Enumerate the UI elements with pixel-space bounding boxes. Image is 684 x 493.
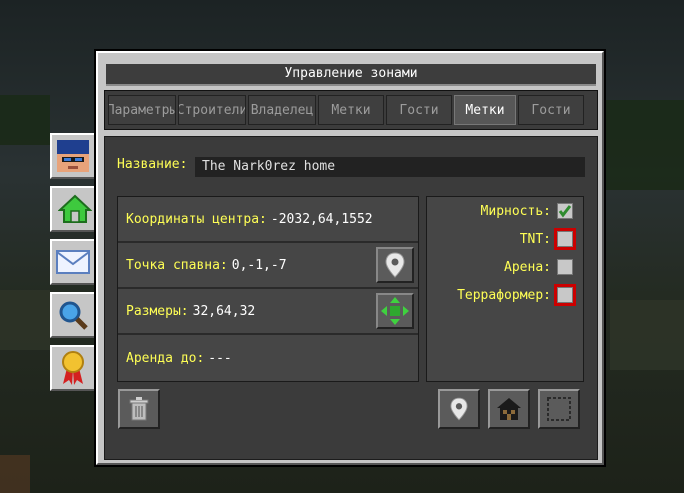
tab-flags[interactable]: Метки [318, 95, 384, 125]
flag-peaceful-label: Мирность: [480, 203, 551, 219]
rent-value: --- [208, 350, 232, 366]
center-coords-value: -2032,64,1552 [270, 211, 373, 227]
set-home-button[interactable] [488, 389, 530, 429]
size-row: Размеры: 32,64,32 [118, 289, 418, 333]
flag-peaceful: Мирность: [481, 200, 573, 222]
trash-can-icon [129, 397, 149, 421]
tab-owner[interactable]: Владелец [248, 95, 316, 125]
search-icon [59, 301, 88, 330]
zone-flags-panel: Мирность: TNT: Арена: Терраформер: [426, 196, 584, 382]
tab-flags-selected[interactable]: Метки [454, 95, 516, 125]
spawn-point-value: 0,-1,-7 [231, 257, 287, 273]
flag-peaceful-checkbox[interactable] [557, 203, 573, 219]
sidebar-tab-mail[interactable] [50, 239, 96, 285]
sidebar-tab-search[interactable] [50, 292, 96, 338]
sidebar-tab-home[interactable] [50, 186, 98, 232]
house-icon [497, 398, 521, 420]
flag-arena: Арена: [504, 256, 573, 278]
zone-management-window: Управление зонами Параметры Строители Вл… [96, 51, 604, 465]
resize-button[interactable] [376, 293, 414, 329]
center-coords-label: Координаты центра: [126, 211, 267, 227]
map-pin-icon [450, 397, 468, 421]
size-value: 32,64,32 [192, 303, 256, 319]
tab-builders[interactable]: Строители [178, 95, 246, 125]
tab-parameters[interactable]: Параметры [108, 95, 176, 125]
flag-arena-checkbox[interactable] [557, 259, 573, 275]
flag-terraformer: Терраформер: [457, 284, 576, 306]
flag-tnt-checkbox[interactable] [554, 228, 576, 250]
user-skin-icon [57, 140, 89, 172]
zone-name-field[interactable]: The Nark0rez home [195, 157, 585, 177]
flag-arena-label: Арена: [504, 259, 551, 275]
sidebar-tab-awards[interactable] [50, 345, 96, 391]
sidebar-tab-profile[interactable] [50, 133, 96, 179]
checkmark-icon [558, 205, 572, 218]
border-frame-icon [547, 397, 571, 421]
mail-icon [56, 250, 90, 274]
tab-guests-2[interactable]: Гости [518, 95, 584, 125]
zone-border-button[interactable] [538, 389, 580, 429]
center-coords-row: Координаты центра: -2032,64,1552 [118, 197, 418, 241]
home-icon [58, 194, 92, 223]
set-spawn-button[interactable] [376, 247, 414, 283]
window-title: Управление зонами [106, 64, 596, 86]
tab-bar: Параметры Строители Владелец Метки Гости… [104, 90, 598, 130]
flag-terraformer-label: Терраформер: [457, 287, 551, 303]
resize-arrows-icon [381, 297, 409, 325]
spawn-point-row: Точка спавна: 0,-1,-7 [118, 243, 418, 287]
flag-terraformer-checkbox[interactable] [554, 284, 576, 306]
flag-tnt: TNT: [519, 228, 576, 250]
delete-zone-button[interactable] [118, 389, 160, 429]
size-label: Размеры: [126, 303, 189, 319]
spawn-point-label: Точка спавна: [126, 257, 228, 273]
flag-tnt-label: TNT: [519, 231, 551, 247]
teleport-button[interactable] [438, 389, 480, 429]
map-pin-icon [385, 252, 405, 278]
tab-guests[interactable]: Гости [386, 95, 452, 125]
award-ribbon-icon [62, 351, 84, 385]
zone-name-label: Название: [117, 157, 188, 172]
rent-row: Аренда до: --- [118, 335, 418, 381]
rent-label: Аренда до: [126, 350, 205, 366]
zone-info-panel: Координаты центра: -2032,64,1552 Точка с… [117, 196, 419, 382]
